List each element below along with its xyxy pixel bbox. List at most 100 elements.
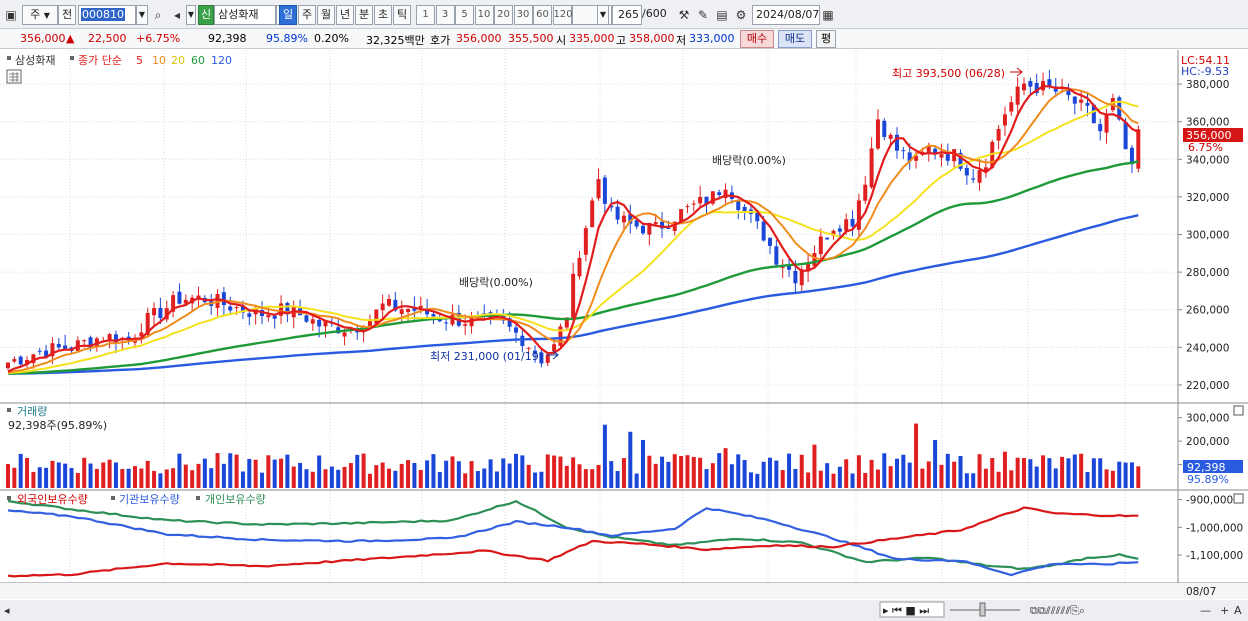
code-input[interactable]: 000810 xyxy=(78,5,136,25)
candle-body xyxy=(1072,96,1077,104)
volume-bar xyxy=(228,453,233,488)
draw-icon[interactable]: ✎ xyxy=(694,6,712,24)
candle-body xyxy=(621,215,626,223)
candle-body xyxy=(1066,90,1071,96)
interval-tab[interactable]: 120 xyxy=(552,5,573,25)
volume-bar xyxy=(641,439,645,488)
speaker-dropdown[interactable]: ▼ xyxy=(186,5,196,25)
period-tab[interactable]: 초 xyxy=(374,5,392,25)
volume-bar xyxy=(482,468,487,488)
volume-bar xyxy=(539,471,544,488)
candle-body xyxy=(310,319,315,324)
volume-ratio: 95.89% xyxy=(266,32,308,45)
chart-tools-icon[interactable]: ⚒ xyxy=(675,6,693,24)
prev-button[interactable]: 전 xyxy=(58,5,76,25)
period-tab[interactable]: 월 xyxy=(317,5,335,25)
candle-body xyxy=(818,236,823,255)
date-input[interactable]: 2024/08/07 xyxy=(752,5,820,25)
stock-name-field[interactable]: 삼성화재 xyxy=(214,5,276,25)
period-tab[interactable]: 분 xyxy=(355,5,373,25)
interval-tab[interactable]: 10 xyxy=(474,5,494,25)
zoom-out-icon[interactable]: — xyxy=(1200,604,1211,617)
volume-bar xyxy=(596,464,601,488)
volume-bar xyxy=(133,466,137,488)
volume-bar xyxy=(6,464,10,488)
zoom-slider-handle[interactable] xyxy=(979,602,986,617)
candle-body xyxy=(431,314,436,317)
volume-bar xyxy=(56,462,61,488)
volume-bar xyxy=(25,457,30,488)
candle-body xyxy=(939,154,944,158)
volume-bar xyxy=(304,469,309,488)
volume-panel-close-icon[interactable] xyxy=(1233,405,1244,416)
scroll-left-icon[interactable]: ◂ xyxy=(4,604,10,617)
period-tab[interactable]: 년 xyxy=(336,5,354,25)
volume-bar xyxy=(37,467,42,488)
volume-bar xyxy=(1136,466,1141,488)
volume-bar xyxy=(831,473,836,488)
volume-bar xyxy=(1041,455,1046,488)
candle-body xyxy=(793,270,798,284)
volume-bar xyxy=(1110,470,1115,488)
period-tab[interactable]: 틱 xyxy=(393,5,411,25)
interval-tab[interactable]: 5 xyxy=(455,5,474,25)
candle-body xyxy=(577,257,582,277)
gear-icon[interactable]: ⚙ xyxy=(732,6,750,24)
volume-bar xyxy=(44,467,49,488)
candle-body xyxy=(342,332,347,337)
candle-body xyxy=(844,219,849,231)
candle-body xyxy=(18,356,23,365)
playback-icons[interactable]: ▸ ⏮ ■ ⏭ xyxy=(883,604,929,617)
candle-body xyxy=(1002,114,1007,126)
stock-chart[interactable]: 380,000 360,000 340,000 320,000 300,000 280,0… xyxy=(0,50,1248,621)
volume-bar xyxy=(679,455,684,488)
count-input[interactable]: 265 xyxy=(612,5,642,25)
candle-body xyxy=(526,347,531,349)
period-tab[interactable]: 주 xyxy=(298,5,316,25)
eval-button[interactable]: 평 xyxy=(816,30,836,48)
font-size-icon[interactable]: A xyxy=(1234,604,1242,617)
interval-tab[interactable]: 3 xyxy=(435,5,455,25)
interval-tab[interactable]: 1 xyxy=(416,5,435,25)
volume-bar xyxy=(666,461,671,488)
buy-button[interactable]: 매수 xyxy=(740,30,774,48)
speaker-icon[interactable]: ◂ xyxy=(168,6,186,24)
chevron-down-icon: ▼ xyxy=(43,11,50,20)
candle-body xyxy=(856,200,861,230)
candle-body xyxy=(520,335,525,346)
zoom-in-icon[interactable]: + xyxy=(1220,604,1229,617)
holdings-tick-label: -1,000,000 xyxy=(1186,522,1243,534)
candle-body xyxy=(177,291,182,304)
code-dropdown[interactable]: ▼ xyxy=(136,5,148,25)
volume-bar xyxy=(514,453,518,488)
candle-body xyxy=(850,218,855,227)
volume-bar xyxy=(1066,458,1071,488)
candle-body xyxy=(463,324,468,326)
volume-bar xyxy=(126,468,131,488)
count-total: /600 xyxy=(642,7,667,20)
volume-bar xyxy=(444,460,449,488)
interval-tab[interactable]: 60 xyxy=(533,5,552,25)
interval-tab[interactable]: 30 xyxy=(513,5,533,25)
volume-bar xyxy=(1104,469,1109,488)
interval-dropdown[interactable]: ▼ xyxy=(597,5,609,25)
volume-bar xyxy=(742,460,747,488)
hc-readout: HC:-9.53 xyxy=(1181,65,1229,78)
period-select[interactable]: 주 ▼ xyxy=(22,5,58,25)
tool-icons[interactable]: ⧉⧉⫽⫽⫽⫽⫽⎘⌕ xyxy=(1030,604,1085,617)
data-table-icon[interactable] xyxy=(6,69,22,84)
open-label: 시 xyxy=(556,34,567,47)
search-icon[interactable]: ⌕ xyxy=(149,6,167,24)
calendar-icon[interactable]: ▦ xyxy=(819,6,837,24)
window-icon[interactable]: ▣ xyxy=(2,6,20,24)
save-icon[interactable]: ▤ xyxy=(713,6,731,24)
holdings-panel-close-icon[interactable] xyxy=(1233,493,1244,504)
interval-tab[interactable]: 20 xyxy=(494,5,513,25)
volume-bar xyxy=(1079,453,1084,488)
volume-bar xyxy=(755,473,760,488)
period-tab[interactable]: 일 xyxy=(279,5,297,25)
last-change-label: 6.75% xyxy=(1188,141,1223,154)
volume-bar xyxy=(939,464,944,488)
volume-bar xyxy=(266,455,271,488)
sell-button[interactable]: 매도 xyxy=(778,30,812,48)
